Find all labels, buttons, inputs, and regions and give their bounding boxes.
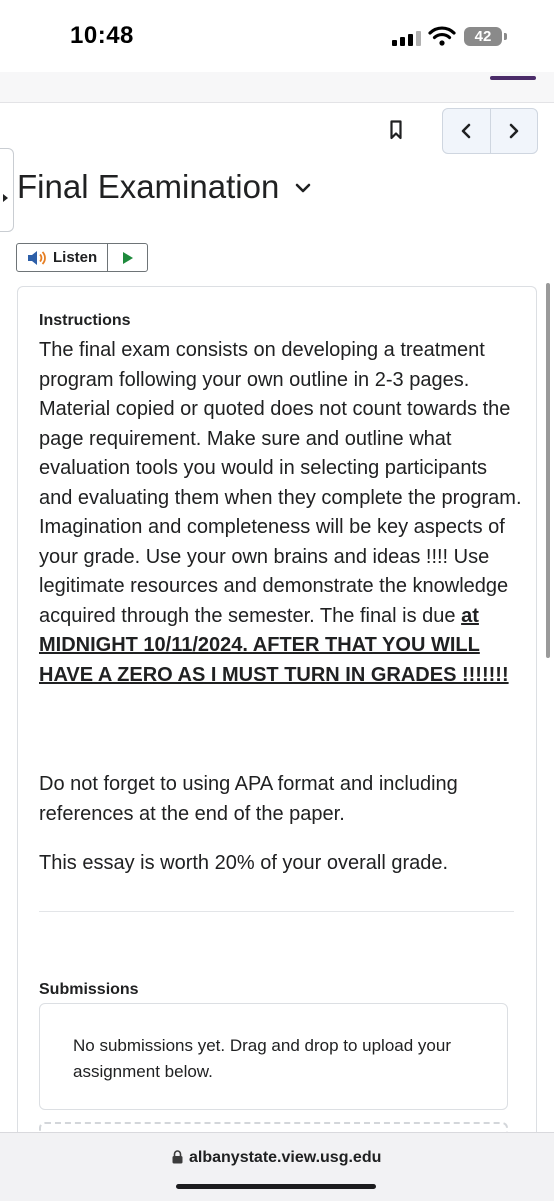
battery-icon: 42	[464, 27, 502, 46]
url-text[interactable]: albanystate.view.usg.edu	[189, 1149, 381, 1167]
wifi-icon	[428, 26, 456, 46]
speaker-icon	[28, 250, 46, 265]
side-drawer-tab[interactable]	[0, 148, 14, 232]
page-title: Final Examination	[17, 168, 280, 205]
listen-button[interactable]: Listen	[17, 244, 107, 271]
bookmark-icon[interactable]	[390, 120, 402, 140]
lock-icon	[172, 1150, 183, 1164]
grade-weight-note: This essay is worth 20% of your overall …	[39, 852, 449, 874]
clock: 10:48	[70, 22, 134, 49]
chevron-right-icon	[509, 123, 518, 139]
previous-button[interactable]	[443, 109, 490, 153]
chevron-left-icon	[462, 123, 471, 139]
next-button[interactable]	[489, 109, 538, 153]
instructions-heading: Instructions	[39, 312, 131, 329]
instructions-body: The final exam consists on developing a …	[39, 336, 524, 690]
submissions-heading: Submissions	[39, 981, 139, 998]
top-navbar-strip	[0, 72, 554, 103]
no-submissions-text: No submissions yet. Drag and drop to upl…	[73, 1036, 451, 1081]
topic-navigation	[442, 108, 538, 154]
scrollbar[interactable]	[546, 283, 550, 658]
play-icon	[122, 251, 133, 264]
status-bar: 10:48 42	[0, 0, 554, 72]
play-button[interactable]	[107, 244, 147, 271]
navbar-accent	[490, 76, 536, 80]
instructions-text: The final exam consists on developing a …	[39, 339, 522, 627]
listen-widget: Listen	[16, 243, 148, 272]
apa-note: Do not forget to using APA format and in…	[39, 773, 458, 825]
cellular-signal-icon	[392, 30, 422, 46]
expand-arrow-icon[interactable]	[3, 194, 8, 202]
chevron-down-icon[interactable]	[294, 182, 312, 194]
home-indicator[interactable]	[176, 1184, 376, 1189]
section-divider	[39, 911, 514, 912]
battery-cap	[504, 33, 507, 40]
listen-label: Listen	[53, 249, 98, 266]
